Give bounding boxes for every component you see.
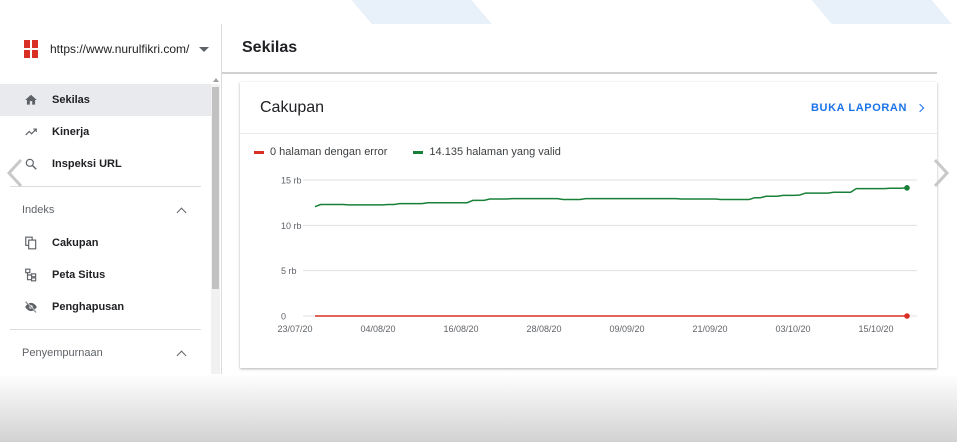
- site-logo-icon: [24, 40, 38, 58]
- search-icon: [24, 157, 38, 171]
- page-header: Sekilas: [222, 24, 937, 74]
- property-url: https://www.nurulfikri.com/: [50, 42, 190, 56]
- x-tick-label: 04/08/20: [360, 324, 395, 334]
- sidebar-divider: [10, 186, 201, 187]
- series-line-1: [314, 187, 908, 208]
- chart-legend: 0 halaman dengan error 14.135 halaman ya…: [254, 146, 587, 158]
- legend-label-valid: 14.135 halaman yang valid: [429, 146, 561, 158]
- bottom-shadow: [0, 374, 957, 442]
- y-tick-label: 10 rb: [281, 221, 302, 231]
- x-tick-label: 15/10/20: [858, 324, 893, 334]
- sidebar-item-label: Peta Situs: [52, 269, 106, 281]
- legend-item-valid[interactable]: 14.135 halaman yang valid: [413, 146, 561, 158]
- x-tick-label: 03/10/20: [775, 324, 810, 334]
- sidebar-item-cakupan[interactable]: Cakupan: [0, 227, 211, 259]
- sidebar-item-penghapusan[interactable]: Penghapusan: [0, 291, 211, 323]
- search-console-window: https://www.nurulfikri.com/ Sekilas Kine…: [0, 24, 937, 374]
- x-tick-label: 28/08/20: [526, 324, 561, 334]
- eye-off-icon: [24, 300, 38, 314]
- y-tick-label: 5 rb: [281, 266, 297, 276]
- carousel-prev-button[interactable]: [6, 158, 24, 188]
- sidebar-nav: Sekilas Kinerja Inspeksi URL Indeks Caku…: [0, 84, 211, 370]
- open-report-label: BUKA LAPORAN: [810, 101, 907, 114]
- top-banner: [0, 0, 957, 24]
- sidebar-item-peta-situs[interactable]: Peta Situs: [0, 259, 211, 291]
- sidebar-item-kinerja[interactable]: Kinerja: [0, 116, 211, 148]
- coverage-chart: 0 5 rb 10 rb 15 rb 23/07/20 04/08/20 16/08/20 2…: [277, 176, 917, 334]
- sidebar-divider: [10, 329, 201, 330]
- sidebar-item-sekilas[interactable]: Sekilas: [0, 84, 211, 116]
- section-label: Indeks: [22, 204, 55, 216]
- sidebar: https://www.nurulfikri.com/ Sekilas Kine…: [0, 24, 222, 374]
- home-icon: [24, 93, 38, 107]
- chevron-right-icon: [915, 103, 925, 112]
- sidebar-item-label: Sekilas: [52, 94, 90, 106]
- chevron-up-icon: [176, 207, 187, 217]
- legend-label-error: 0 halaman dengan error: [270, 146, 388, 158]
- y-tick-label: 0: [281, 312, 286, 322]
- section-penyempurnaan[interactable]: Penyempurnaan: [0, 336, 211, 370]
- copy-icon: [24, 236, 38, 250]
- sidebar-item-label: Penghapusan: [52, 301, 125, 313]
- series-end-point-1: [904, 185, 910, 191]
- sidebar-item-label: Inspeksi URL: [52, 158, 122, 170]
- section-indeks[interactable]: Indeks: [0, 193, 211, 227]
- sidebar-item-label: Kinerja: [52, 126, 90, 138]
- sidebar-scrollbar[interactable]: [211, 78, 220, 374]
- x-tick-label: 16/08/20: [443, 324, 478, 334]
- carousel-next-button[interactable]: [932, 158, 950, 188]
- sidebar-item-label: Cakupan: [52, 237, 99, 249]
- sitemap-icon: [24, 268, 38, 282]
- sidebar-item-inspeksi-url[interactable]: Inspeksi URL: [0, 148, 211, 180]
- chevron-left-icon: [6, 158, 23, 188]
- series-end-point-0: [904, 313, 910, 319]
- chevron-up-icon: [176, 350, 187, 360]
- legend-swatch-error: [254, 150, 264, 154]
- x-tick-label: 21/09/20: [692, 324, 727, 334]
- card-header: Cakupan BUKA LAPORAN: [240, 82, 937, 134]
- coverage-card: Cakupan BUKA LAPORAN 0 halaman dengan er…: [240, 82, 937, 368]
- property-selector[interactable]: https://www.nurulfikri.com/: [0, 24, 221, 74]
- legend-item-error[interactable]: 0 halaman dengan error: [254, 146, 387, 158]
- property-dropdown-icon[interactable]: [199, 46, 209, 52]
- trending-up-icon: [24, 125, 38, 139]
- open-report-button[interactable]: BUKA LAPORAN: [810, 101, 925, 114]
- sidebar-scrollbar-thumb[interactable]: [212, 87, 219, 289]
- x-tick-label: 09/09/20: [609, 324, 644, 334]
- scroll-up-arrow-icon[interactable]: [213, 78, 219, 82]
- card-title: Cakupan: [260, 98, 325, 116]
- section-label: Penyempurnaan: [22, 347, 103, 359]
- chevron-right-icon: [933, 158, 950, 188]
- page-title: Sekilas: [242, 39, 298, 56]
- x-tick-label: 23/07/20: [277, 324, 312, 334]
- legend-swatch-valid: [413, 150, 424, 154]
- y-tick-label: 15 rb: [281, 176, 302, 186]
